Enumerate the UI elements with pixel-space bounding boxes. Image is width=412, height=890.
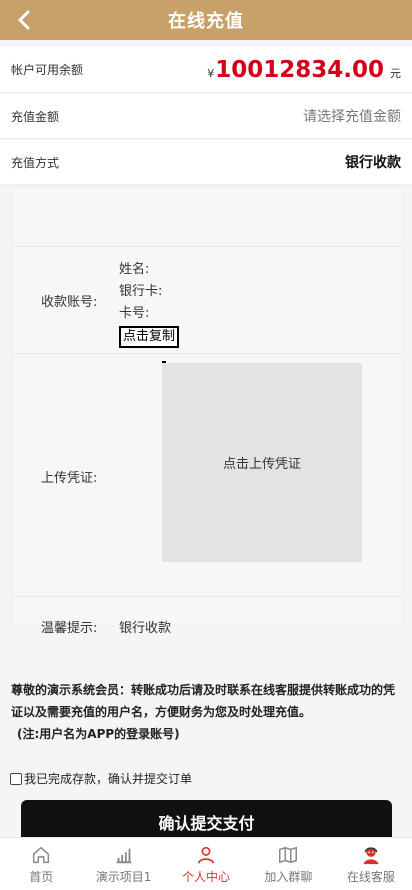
- page-title: 在线充值: [168, 11, 244, 32]
- customer-service-icon: [363, 846, 379, 864]
- account-bank-label: 银行卡:: [119, 284, 163, 299]
- tab-label: 首页: [29, 869, 54, 884]
- bar-chart-icon: [116, 848, 131, 863]
- copy-button[interactable]: 点击复制: [119, 326, 180, 348]
- notice-text: 尊敬的演示系统会员：转账成功后请及时联系在线客服提供转账成功的凭 证以及需要充值…: [11, 679, 403, 745]
- back-button[interactable]: [10, 6, 38, 34]
- tab-label: 在线客服: [346, 869, 395, 884]
- upload-label: 上传凭证:: [41, 471, 98, 486]
- divider: [12, 246, 402, 247]
- receive-account-label: 收款账号:: [41, 295, 98, 310]
- tab-label: 加入群聊: [264, 869, 313, 884]
- tab-label: 个人中心: [182, 869, 231, 884]
- agree-checkbox[interactable]: [10, 772, 22, 785]
- tab-join-group[interactable]: 加入群聊: [247, 838, 329, 890]
- agree-checkbox-row[interactable]: 我已完成存款，确认并提交订单: [10, 770, 192, 787]
- tab-label: 演示项目1: [95, 869, 152, 884]
- recharge-amount-label: 充值金额: [11, 109, 60, 124]
- recharge-amount-select[interactable]: 请选择充值金额: [303, 106, 401, 126]
- person-icon: [197, 846, 215, 864]
- header-bar: 在线充值: [0, 0, 412, 40]
- account-name-label: 姓名:: [119, 262, 150, 277]
- recharge-amount-row[interactable]: 充值金额 请选择充值金额: [0, 94, 412, 139]
- balance-row: 帐户可用余额 ¥ 10012834.00 元: [0, 47, 412, 93]
- receive-account-details: 姓名: 银行卡: 卡号: 点击复制: [119, 259, 180, 348]
- account-card-label: 卡号:: [119, 306, 150, 321]
- notice-line-1: 尊敬的演示系统会员：转账成功后请及时联系在线客服提供转账成功的凭: [11, 683, 396, 697]
- balance-label: 帐户可用余额: [11, 63, 84, 77]
- tip-value: 银行收款: [119, 621, 172, 636]
- tab-customer-service[interactable]: 在线客服: [330, 838, 412, 890]
- bottom-tab-bar: 首页 演示项目1 个人中心 加入群聊 在线客服: [0, 837, 412, 890]
- upload-voucher-button[interactable]: 点击上传凭证: [162, 363, 362, 562]
- currency-symbol: ¥: [207, 66, 215, 80]
- agree-text: 我已完成存款，确认并提交订单: [24, 772, 193, 786]
- chevron-left-icon: [18, 10, 30, 30]
- recharge-method-label: 充值方式: [11, 155, 60, 170]
- divider: [12, 596, 402, 597]
- tab-demo-project[interactable]: 演示项目1: [82, 838, 164, 890]
- balance-amount: 10012834.00: [215, 56, 384, 83]
- home-icon: [33, 846, 50, 863]
- currency-unit: 元: [390, 66, 401, 80]
- map-icon: [279, 846, 298, 863]
- tip-label: 温馨提示:: [41, 621, 98, 636]
- recharge-method-row[interactable]: 充值方式 银行收款: [0, 140, 412, 185]
- payment-info-panel: 收款账号: 姓名: 银行卡: 卡号: 点击复制 上传凭证: 点击上传凭证 温馨提…: [11, 186, 403, 636]
- recharge-method-value[interactable]: 银行收款: [345, 152, 401, 172]
- notice-line-2: 证以及需要充值的用户名，方便财务为您及时处理充值。: [11, 705, 312, 719]
- tab-home[interactable]: 首页: [0, 838, 82, 890]
- notice-line-3: (注:用户名为APP的登录账号): [17, 727, 180, 741]
- tab-profile[interactable]: 个人中心: [165, 838, 247, 890]
- divider: [12, 353, 402, 354]
